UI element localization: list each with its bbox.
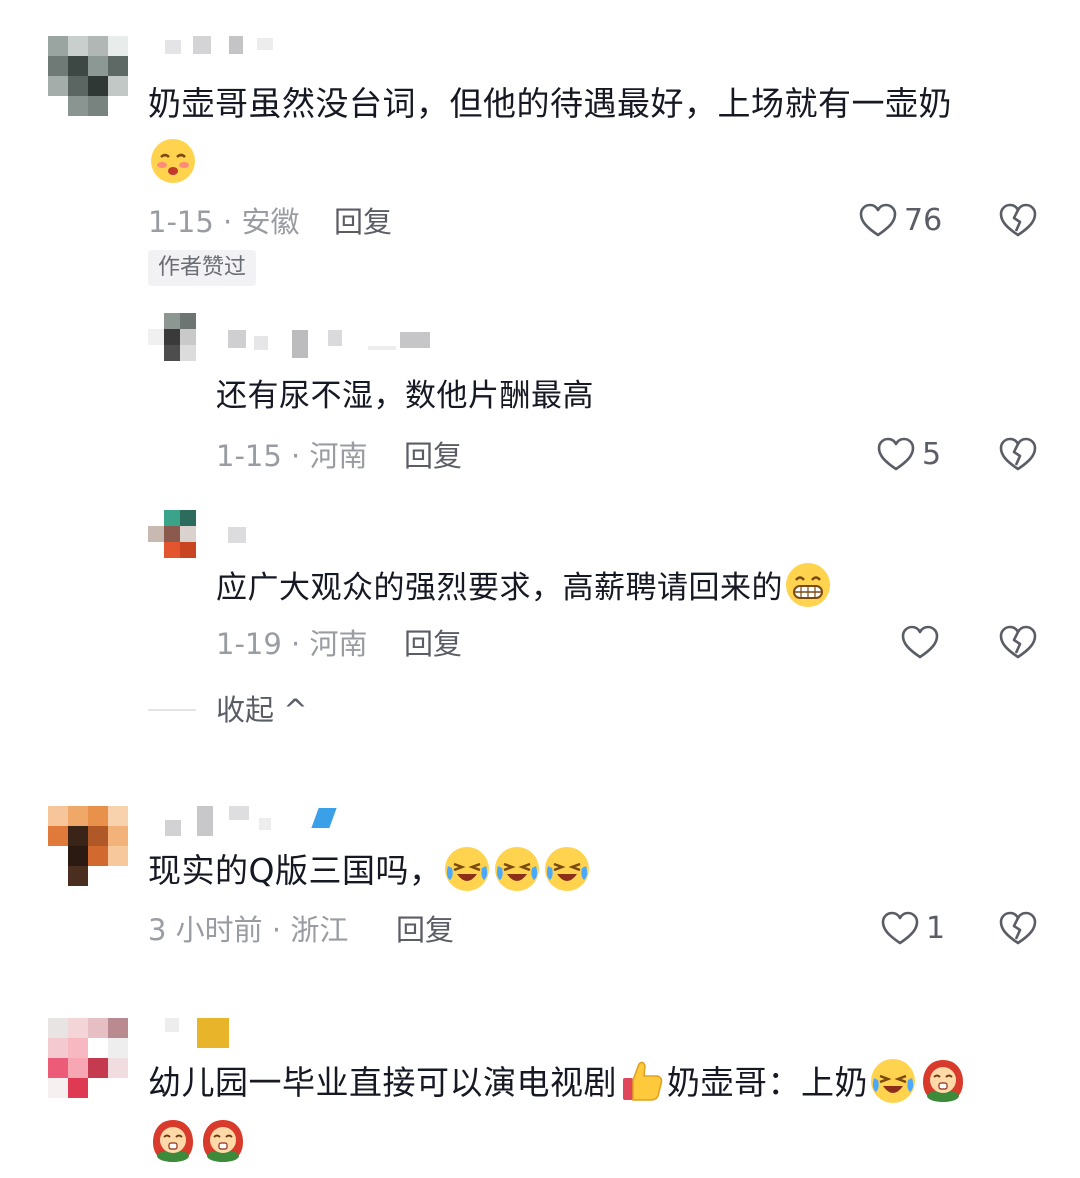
avatar[interactable]	[148, 510, 196, 558]
laugh-cry-emoji	[545, 847, 590, 891]
collapse-replies-button[interactable]: 收起 ^	[216, 690, 308, 730]
comment-text: 现实的Q版三国吗，	[148, 846, 592, 895]
author-liked-badge: 作者赞过	[148, 250, 257, 286]
like-button[interactable]	[900, 623, 940, 663]
comment-date-location: 1-15 · 安徽	[148, 205, 300, 239]
username[interactable]	[165, 806, 355, 836]
reply-button[interactable]: 回复	[334, 202, 392, 242]
avatar[interactable]	[48, 806, 128, 886]
laugh-cry-emoji	[445, 847, 490, 891]
reply-text: 还有尿不湿，数他片酬最高	[216, 378, 594, 414]
baby-doll-emoji	[203, 1120, 243, 1162]
grin-emoji	[786, 563, 830, 607]
like-button[interactable]: 5	[876, 435, 941, 475]
reply-button[interactable]: 回复	[404, 624, 462, 664]
username[interactable]	[165, 36, 285, 54]
avatar[interactable]	[148, 313, 196, 361]
collapse-divider	[148, 709, 196, 711]
laugh-cry-emoji	[495, 847, 540, 891]
avatar[interactable]	[48, 1018, 128, 1098]
broken-heart-icon[interactable]	[998, 201, 1038, 241]
username[interactable]	[165, 1018, 235, 1048]
heart-icon	[881, 911, 919, 945]
reply-date-location: 1-15 · 河南	[216, 439, 368, 473]
shy-emoji	[151, 139, 195, 183]
reply-date-location: 1-19 · 河南	[216, 627, 368, 661]
comment-section: 奶壶哥虽然没台词，但他的待遇最好，上场就有一壶奶 1-15 · 安徽 回复 76…	[0, 0, 1080, 1178]
reply-text: 应广大观众的强烈要求，高薪聘请回来的	[216, 562, 833, 612]
reply-button[interactable]: 回复	[404, 436, 462, 476]
like-count: 76	[904, 203, 943, 238]
like-button[interactable]: 76	[858, 201, 942, 241]
username[interactable]	[228, 527, 258, 545]
heart-icon	[877, 437, 915, 471]
comment-date-location: 3 小时前 · 浙江	[148, 913, 349, 947]
like-count: 1	[926, 911, 946, 946]
broken-heart-icon[interactable]	[998, 435, 1038, 475]
avatar[interactable]	[48, 36, 128, 116]
like-count: 5	[922, 437, 942, 472]
reply-button[interactable]: 回复	[396, 910, 454, 950]
broken-heart-icon[interactable]	[998, 623, 1038, 663]
comment-text: 奶壶哥虽然没台词，但他的待遇最好，上场就有一壶奶	[148, 84, 952, 123]
broken-heart-icon[interactable]	[998, 909, 1038, 949]
thumbs-up-emoji	[623, 1061, 663, 1101]
heart-icon	[901, 625, 939, 659]
baby-doll-emoji	[153, 1120, 193, 1162]
baby-doll-emoji	[923, 1060, 963, 1102]
like-button[interactable]: 1	[880, 909, 945, 949]
username[interactable]	[228, 330, 438, 358]
heart-icon	[859, 203, 897, 237]
comment-text: 幼儿园一毕业直接可以演电视剧 奶壶哥：上奶	[148, 1058, 968, 1107]
laugh-cry-emoji	[871, 1059, 915, 1103]
